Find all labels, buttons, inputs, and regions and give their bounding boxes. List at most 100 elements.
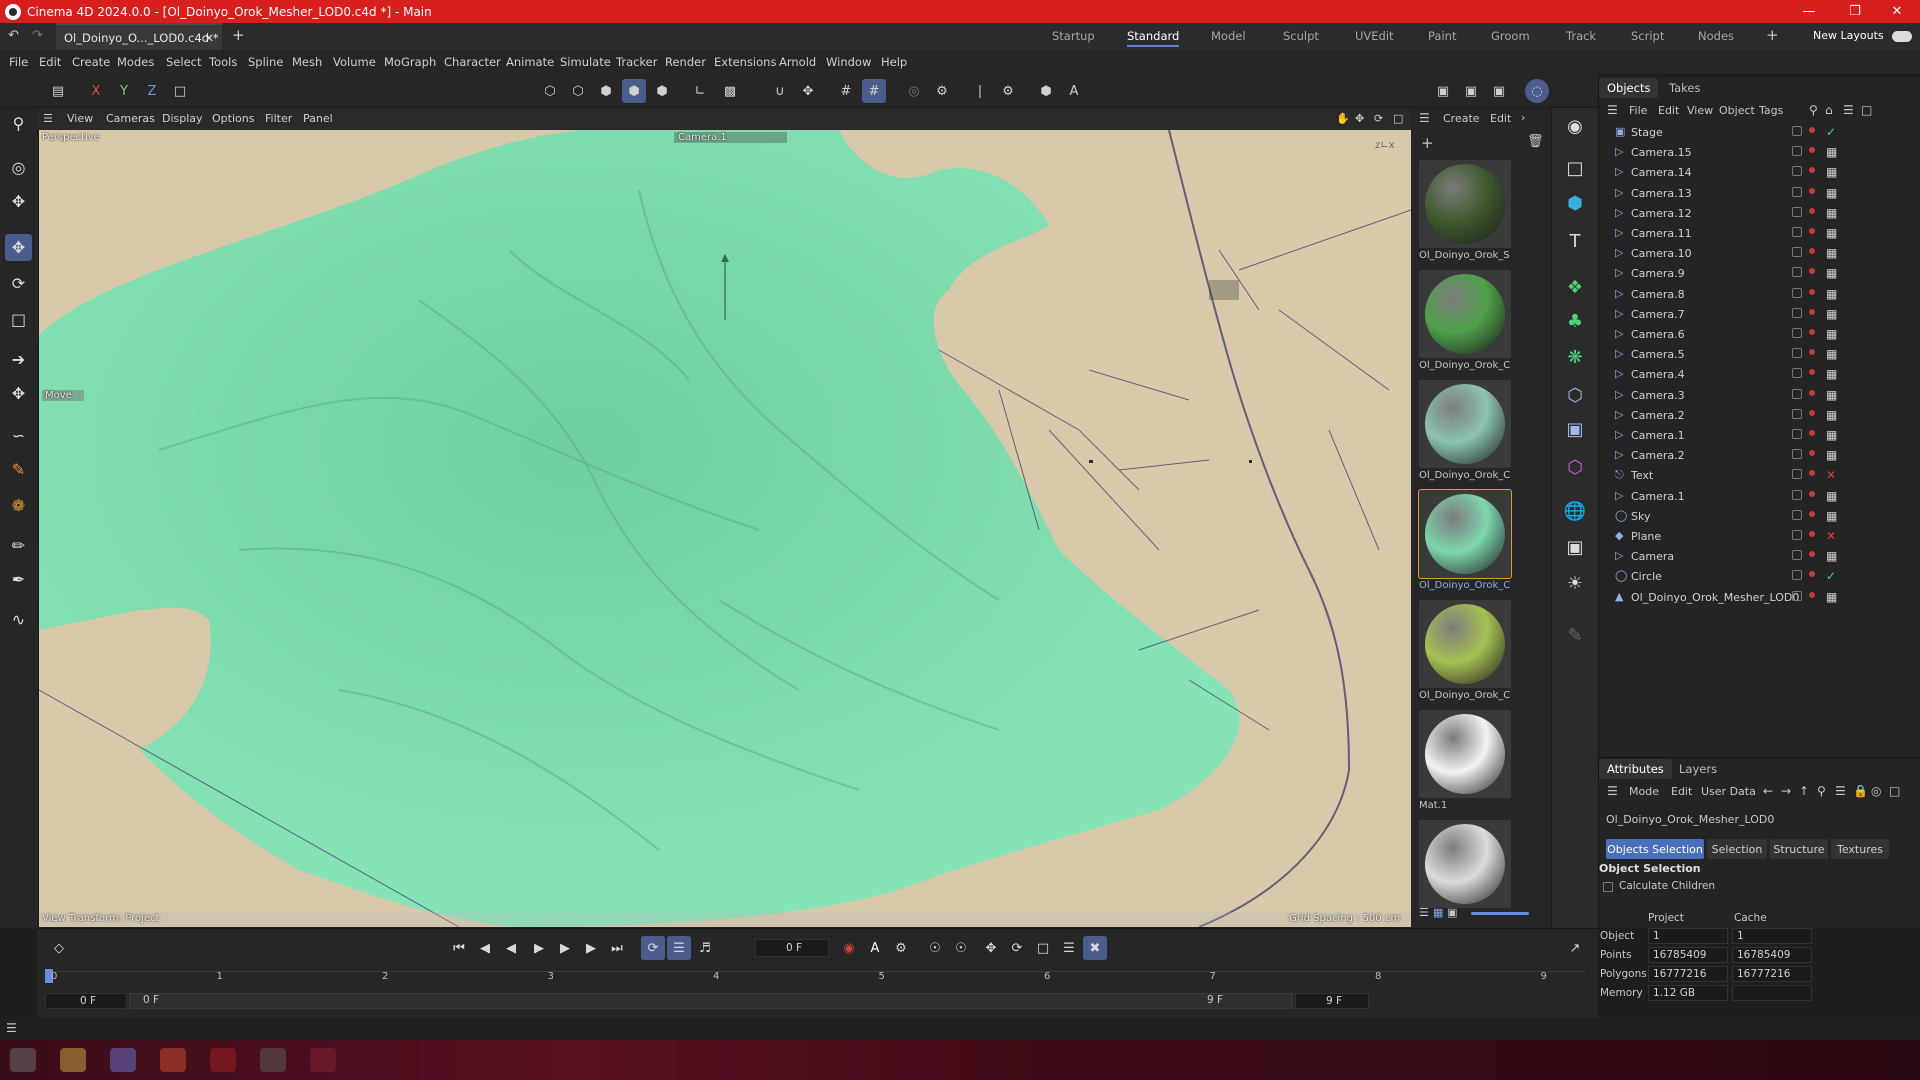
layout-groom[interactable]: Groom [1491,29,1530,43]
tag-icon[interactable]: ▦ [1826,347,1837,361]
attributes-settings-icon[interactable]: ◎ [1871,784,1881,798]
workplane-icon[interactable]: ◎ [902,79,926,103]
visibility-dot[interactable] [1809,430,1815,436]
previous-frame-icon[interactable]: ◀ [499,936,523,960]
uv-mode-icon[interactable]: ⬢ [650,79,674,103]
minimize-icon[interactable]: — [1786,0,1832,23]
disabled-cross-icon[interactable]: ✕ [1826,468,1836,482]
objects-menu-object[interactable]: Object [1719,104,1755,117]
up-arrow-icon[interactable]: ↑ [1799,784,1809,798]
orbit-icon[interactable]: ⟳ [1374,112,1383,125]
material-swatch[interactable] [1419,160,1511,248]
tab-takes[interactable]: Takes [1669,81,1701,95]
keyframe-selection-icon[interactable]: ⚙ [889,936,913,960]
visibility-dot[interactable] [1809,470,1815,477]
spline-tool-icon[interactable]: ∿ [5,606,32,633]
layer-checkbox[interactable] [1792,530,1802,540]
add-tab-icon[interactable]: + [232,26,245,44]
objects-selection-button[interactable]: Objects Selection [1606,839,1704,859]
structure-button[interactable]: Structure [1770,839,1828,859]
menu-help[interactable]: Help [881,55,907,69]
object-row[interactable]: ▷ Camera.5 ▦ [1599,345,1920,365]
key-settings-icon[interactable]: ☉ [949,936,973,960]
list-view-icon[interactable]: ☰ [1419,906,1429,919]
layout-sculpt[interactable]: Sculpt [1283,29,1319,43]
object-row[interactable]: ▷ Camera.9 ▦ [1599,264,1920,284]
menu-simulate[interactable]: Simulate [560,55,611,69]
range-slider[interactable] [129,993,1293,1009]
object-row[interactable]: ▷ Camera.8 ▦ [1599,285,1920,305]
layer-checkbox[interactable] [1792,287,1802,298]
undo-icon[interactable]: ↶ [8,28,19,43]
bend-tool-icon[interactable]: ∽ [5,422,32,449]
back-arrow-icon[interactable]: ← [1763,784,1773,798]
objects-menu-file[interactable]: File [1629,104,1647,117]
objects-menu-tags[interactable]: Tags [1759,104,1783,117]
layer-checkbox[interactable] [1792,348,1802,359]
visibility-dot[interactable] [1809,127,1815,133]
tag-icon[interactable]: ▦ [1826,186,1837,200]
tab-objects[interactable]: Objects [1599,78,1659,98]
object-row[interactable]: ▲ Ol_Doinyo_Orok_Mesher_LOD0 ▦ [1599,588,1920,608]
menu-edit[interactable]: Edit [39,55,61,69]
layer-checkbox[interactable] [1792,570,1802,581]
object-row[interactable]: ◯ Sky ▦ [1599,507,1920,527]
timeline-window-icon[interactable]: ↗ [1563,936,1587,960]
null-object-icon[interactable]: □ [1560,153,1590,183]
layout-nodes[interactable]: Nodes [1698,29,1734,43]
object-row[interactable]: ▷ Camera.11 ▦ [1599,224,1920,244]
point-level-icon[interactable]: ✖ [1083,936,1107,960]
layer-checkbox[interactable] [1792,328,1802,338]
magnet-icon[interactable]: ∪ [768,79,792,103]
menu-mograph[interactable]: MoGraph [384,55,436,69]
grid-snap-icon[interactable]: # [834,79,858,103]
text-tool-icon[interactable]: T [1560,226,1590,256]
menu-create[interactable]: Create [72,55,110,69]
rotate-icon[interactable]: ⟳ [5,270,32,297]
scale-key-icon[interactable]: □ [1031,936,1055,960]
range-end-field[interactable]: 9 F [1295,993,1369,1009]
visibility-dot[interactable] [1809,510,1815,517]
delete-material-icon[interactable]: 🗑 [1527,134,1544,149]
lock-icon[interactable]: 🔒 [1853,784,1868,798]
tag-icon[interactable]: ▦ [1826,448,1837,462]
volume-icon[interactable]: ⬡ [1560,452,1590,482]
layout-startup[interactable]: Startup [1052,29,1095,43]
visibility-dot[interactable] [1809,531,1815,537]
layer-checkbox[interactable] [1792,186,1802,197]
playback-rate-icon[interactable]: ☰ [667,936,691,960]
restore-icon[interactable]: ❐ [1832,0,1878,23]
attributes-menu-edit[interactable]: Edit [1671,785,1692,798]
pan-icon[interactable]: ✋ [1336,112,1350,125]
keyframe-icon[interactable]: ◇ [47,936,71,960]
visibility-dot[interactable] [1809,329,1815,335]
attributes-filter-icon[interactable]: ☰ [1835,784,1846,798]
forward-arrow-icon[interactable]: → [1781,784,1791,798]
grid-view-icon[interactable]: ▦ [1433,906,1443,919]
enabled-check-icon[interactable]: ✓ [1826,569,1836,583]
layer-checkbox[interactable] [1792,227,1802,237]
objects-filter-icon[interactable]: ☰ [1843,103,1854,117]
enabled-check-icon[interactable]: ✓ [1826,125,1836,139]
object-row[interactable]: ▷ Camera.13 ▦ [1599,184,1920,204]
add-material-icon[interactable]: + [1421,134,1434,152]
objects-new-window-icon[interactable]: □ [1861,103,1872,117]
material-name[interactable]: Ol_Doinyo_Orok_C [1419,360,1511,371]
visibility-dot[interactable] [1809,268,1815,275]
viewport-menu-view[interactable]: View [67,112,93,125]
go-to-start-icon[interactable]: ⏮ [447,936,471,960]
layer-checkbox[interactable] [1792,550,1802,561]
visibility-dot[interactable] [1809,308,1815,315]
autokey-icon[interactable]: A [863,936,887,960]
material-name[interactable]: Mat.1 [1419,800,1511,811]
move-tool-icon[interactable]: ✥ [5,188,32,215]
menu-character[interactable]: Character [444,55,501,69]
texture-mode-icon[interactable]: ▩ [718,79,742,103]
material-name[interactable]: Ol_Doinyo_Orok_S [1419,250,1511,261]
object-row[interactable]: ▷ Camera.4 ▦ [1599,365,1920,385]
search-icon[interactable]: ⚲ [5,110,32,137]
menu-volume[interactable]: Volume [333,55,376,69]
tag-icon[interactable]: ▦ [1826,145,1837,159]
next-frame-icon[interactable]: ▶ [553,936,577,960]
selection-button[interactable]: Selection [1707,839,1767,859]
